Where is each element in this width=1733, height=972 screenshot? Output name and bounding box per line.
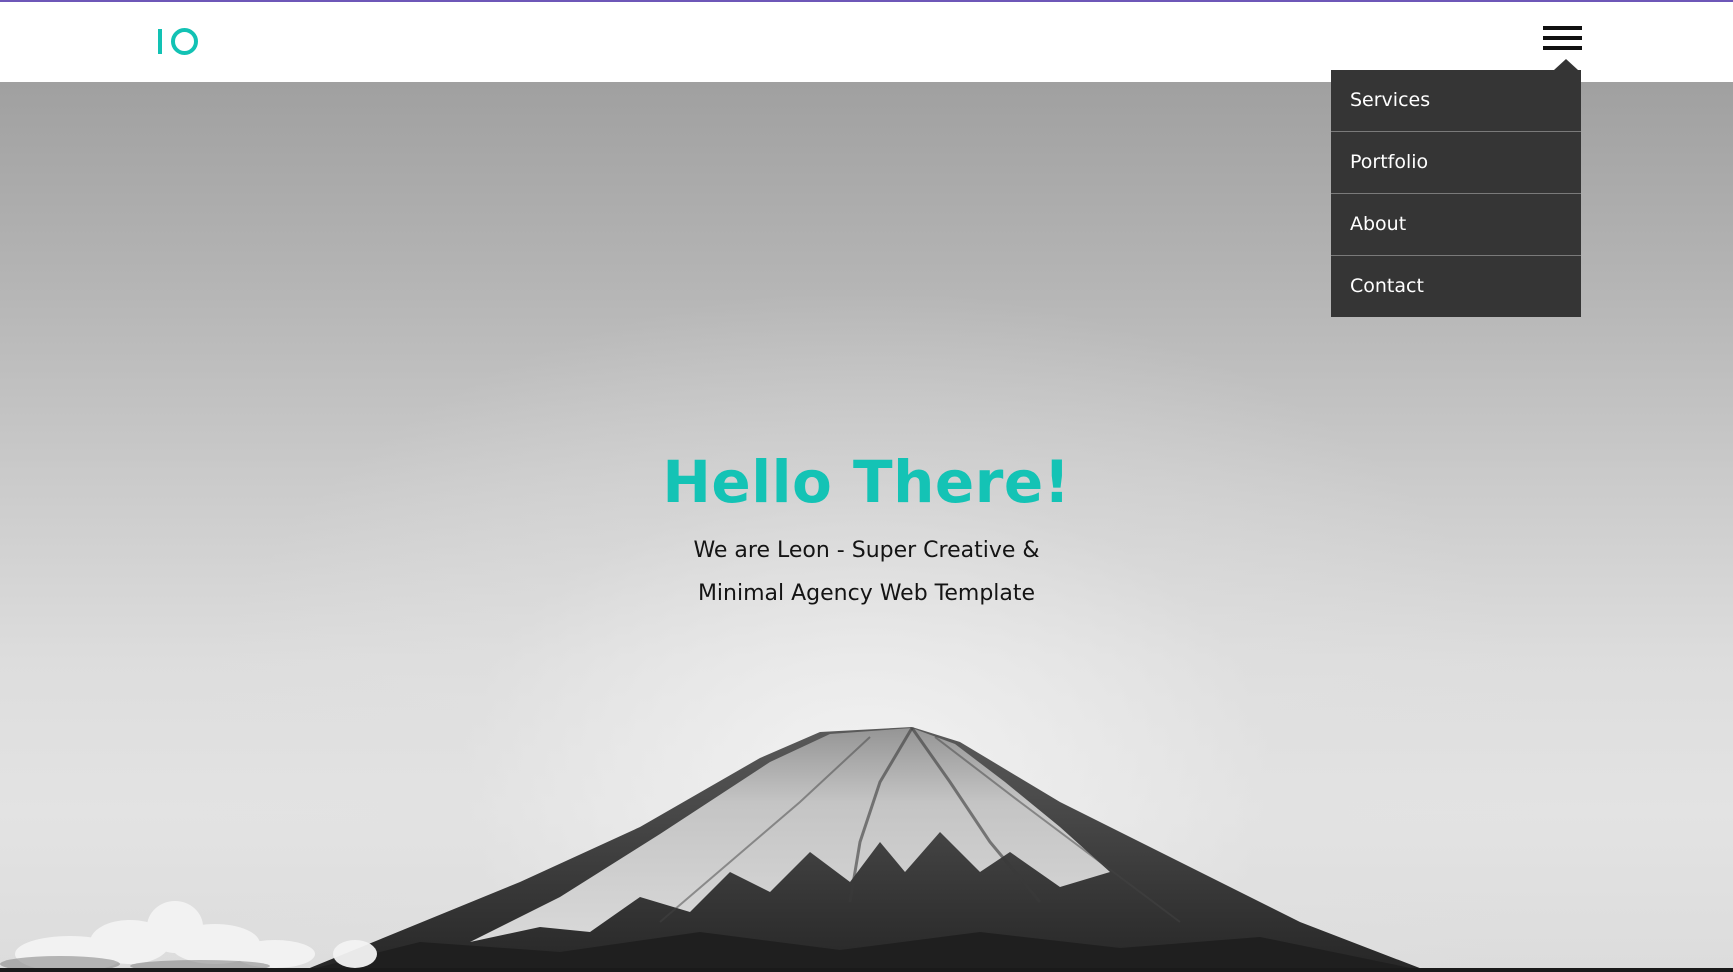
hamburger-line — [1543, 26, 1582, 30]
logo-bar-mark — [158, 28, 162, 54]
menu-item-about[interactable]: About — [1331, 194, 1581, 256]
nav-dropdown-menu: Services Portfolio About Contact — [1331, 59, 1581, 317]
bottom-edge-bar — [0, 968, 1733, 972]
menu-item-services[interactable]: Services — [1331, 70, 1581, 132]
hamburger-menu-icon[interactable] — [1543, 24, 1582, 54]
hero-subtitle: We are Leon - Super Creative & Minimal A… — [693, 538, 1040, 606]
hero-text-block: Hello There! We are Leon - Super Creativ… — [0, 447, 1733, 615]
top-accent-line — [0, 0, 1733, 2]
hero-title: Hello There! — [662, 448, 1071, 516]
hamburger-line — [1543, 36, 1582, 40]
menu-item-contact[interactable]: Contact — [1331, 256, 1581, 317]
site-logo[interactable] — [158, 26, 198, 56]
landing-page: Hello There! We are Leon - Super Creativ… — [0, 0, 1733, 972]
dropdown-pointer — [1554, 59, 1578, 70]
logo-ring-mark — [171, 27, 198, 55]
hamburger-line — [1543, 46, 1582, 50]
menu-item-portfolio[interactable]: Portfolio — [1331, 132, 1581, 194]
